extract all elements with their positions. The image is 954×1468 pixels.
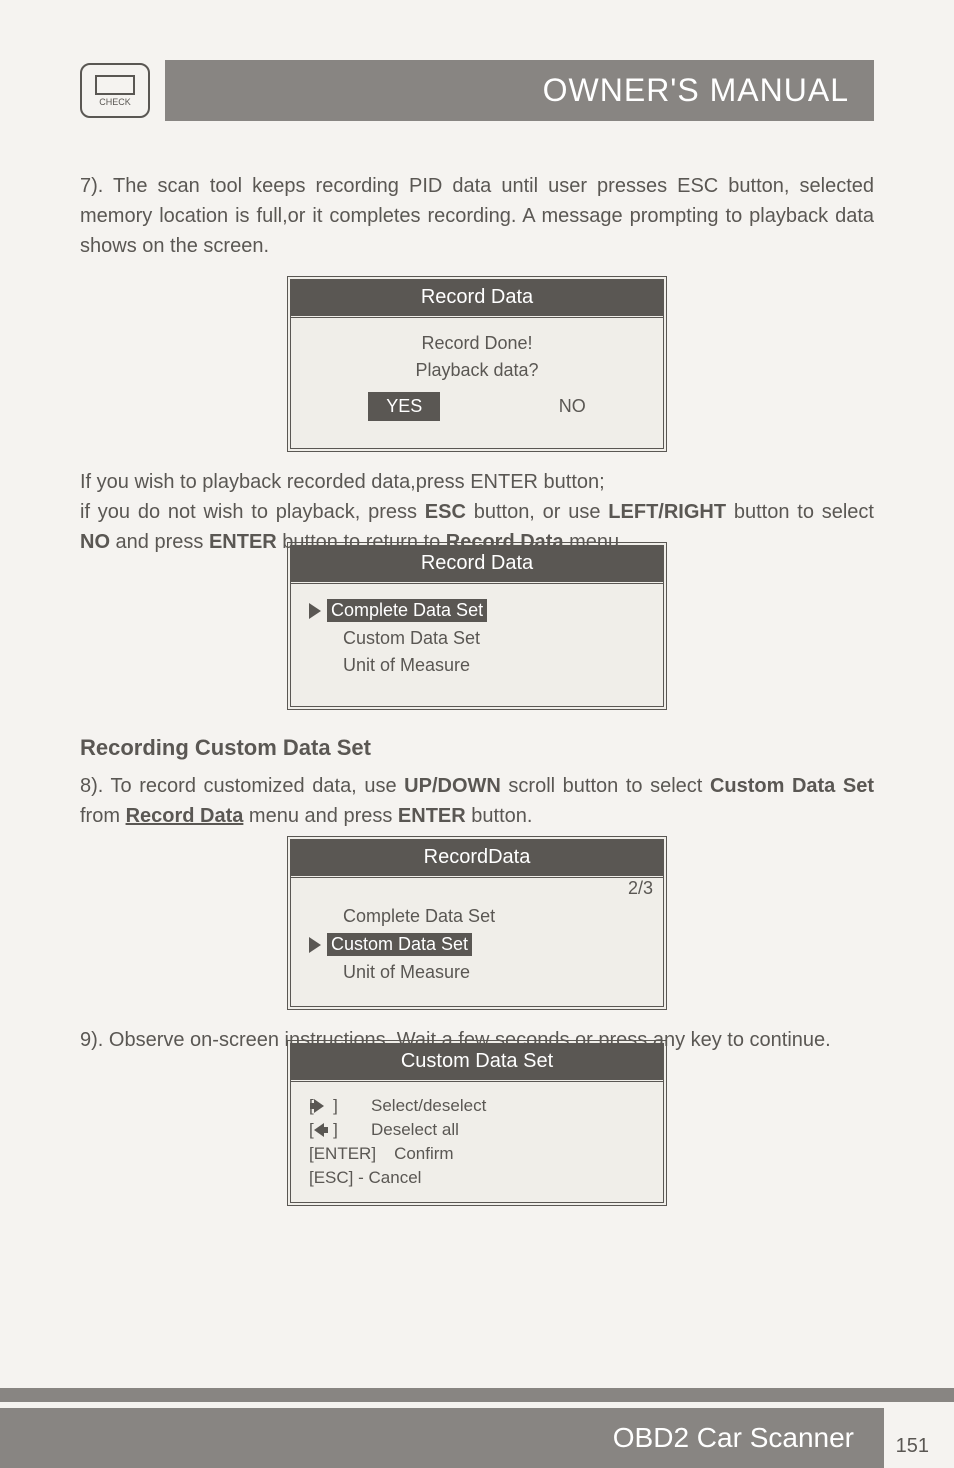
menu-item-unit: Unit of Measure [309, 652, 645, 679]
instruction-select: [ ] Select/deselect [309, 1094, 645, 1118]
instruction-cancel: [ESC] - Cancel [309, 1166, 645, 1190]
menu-item-custom: Custom Data Set [309, 930, 645, 959]
yes-option: YES [368, 392, 440, 421]
product-name: OBD2 Car Scanner [0, 1408, 884, 1468]
arrow-left-icon [314, 1123, 324, 1137]
check-label: CHECK [99, 97, 131, 107]
arrow-right-icon [314, 1099, 324, 1113]
page-number: 151 [896, 1435, 929, 1458]
screen-record-done: Record Data Record Done! Playback data? … [287, 276, 667, 452]
paragraph-playback-1: If you wish to playback recorded data,pr… [80, 467, 874, 497]
no-option: NO [559, 396, 586, 417]
screen-text-done: Record Done! [309, 330, 645, 357]
menu-item-unit: Unit of Measure [309, 959, 645, 986]
page-indicator: 2/3 [291, 875, 663, 899]
manual-title: OWNER'S MANUAL [165, 60, 874, 121]
check-engine-icon: CHECK [80, 63, 150, 118]
screen-custom-instructions: Custom Data Set [ ] Select/deselect [ ] … [287, 1040, 667, 1206]
instruction-confirm: [ENTER] Confirm [309, 1142, 645, 1166]
screen-title: RecordData [291, 840, 663, 875]
page-header: CHECK OWNER'S MANUAL [0, 0, 954, 141]
paragraph-8: 8). To record customized data, use UP/DO… [80, 771, 874, 831]
menu-item-complete: Complete Data Set [309, 596, 645, 625]
instruction-deselect: [ ] Deselect all [309, 1118, 645, 1142]
screen-record-menu-2: RecordData 2/3 Complete Data Set Custom … [287, 836, 667, 1010]
paragraph-7: 7). The scan tool keeps recording PID da… [80, 171, 874, 261]
pointer-icon [309, 603, 321, 619]
paragraph-playback-2: if you do not wish to playback, press ES… [80, 497, 874, 557]
screen-title: Record Data [291, 280, 663, 315]
menu-item-custom: Custom Data Set [309, 625, 645, 652]
section-heading: Recording Custom Data Set [80, 735, 874, 761]
screen-record-menu-1: Record Data Complete Data Set Custom Dat… [287, 542, 667, 710]
pointer-icon [309, 937, 321, 953]
screen-text-playback: Playback data? [309, 357, 645, 384]
menu-item-complete: Complete Data Set [309, 903, 645, 930]
page-footer: OBD2 Car Scanner 151 [0, 1388, 954, 1468]
